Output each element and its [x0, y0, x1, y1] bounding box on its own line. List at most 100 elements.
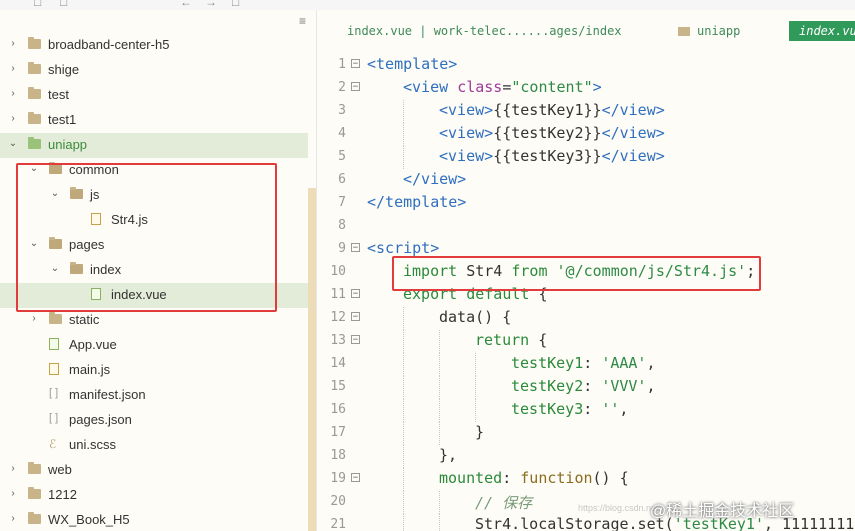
code-line[interactable]: 6 </view>	[317, 169, 855, 192]
code-token: {	[538, 331, 548, 349]
indent-guide	[475, 399, 476, 422]
chevron-right-icon[interactable]: ›	[8, 113, 18, 124]
code-text: <view class="content">	[403, 78, 602, 96]
indent-guide	[403, 123, 404, 146]
code-line[interactable]: 15 testKey2: 'VVV',	[317, 376, 855, 399]
fold-toggle-icon[interactable]: −	[351, 82, 360, 92]
tab-active-file[interactable]: index.vue	[789, 21, 855, 41]
code-token: },	[439, 446, 458, 464]
fold-toggle-icon[interactable]: −	[351, 312, 360, 322]
tree-item[interactable]: › WX_Book_H5	[0, 508, 308, 531]
chevron-right-icon[interactable]: ›	[8, 488, 18, 499]
tree-item[interactable]: › test	[0, 83, 308, 108]
code-token: // 保存	[475, 494, 533, 512]
chevron-right-icon[interactable]: ›	[8, 38, 18, 49]
code-line[interactable]: 17}	[317, 422, 855, 445]
code-line[interactable]: 19− mounted: function() {	[317, 468, 855, 491]
fold-toggle-icon[interactable]: −	[351, 473, 360, 483]
indent-guide	[475, 353, 476, 376]
code-line[interactable]: 5 <view>{{testKey3}}</view>	[317, 146, 855, 169]
line-number: 16	[330, 402, 346, 417]
code-line[interactable]: 3 <view>{{testKey1}}</view>	[317, 100, 855, 123]
fold-toggle-icon[interactable]: −	[351, 243, 360, 253]
line-number: 3	[338, 103, 346, 118]
line-number: 6	[338, 172, 346, 187]
code-line[interactable]: 16 testKey3: '',	[317, 399, 855, 422]
indent-guide	[403, 146, 404, 169]
indent-guide	[403, 468, 404, 491]
chevron-right-icon[interactable]: ›	[29, 313, 39, 324]
indent-guide	[403, 445, 404, 468]
code-line[interactable]: 12− data() {	[317, 307, 855, 330]
code-token: :	[583, 400, 602, 418]
code-token: :	[583, 377, 602, 395]
line-number: 7	[338, 195, 346, 210]
code-text: },	[439, 446, 457, 464]
code-token: <view>	[439, 124, 494, 142]
code-token: :	[502, 469, 521, 487]
chevron-down-icon[interactable]: ⌄	[8, 138, 18, 149]
line-number: 10	[330, 264, 346, 279]
code-line[interactable]: 7 </template>	[317, 192, 855, 215]
chevron-right-icon[interactable]: ›	[8, 463, 18, 474]
tree-item[interactable]: main.js	[0, 358, 308, 383]
code-line[interactable]: 4 <view>{{testKey2}}</view>	[317, 123, 855, 146]
forward-icon[interactable]: →	[205, 0, 217, 9]
indent-guide	[403, 491, 404, 514]
window-icon[interactable]: □	[232, 0, 239, 9]
line-number: 14	[330, 356, 346, 371]
tab-folder-label[interactable]: uniapp	[697, 24, 740, 38]
back-icon[interactable]: ←	[180, 0, 192, 9]
chevron-right-icon[interactable]: ›	[8, 88, 18, 99]
code-line[interactable]: 1− <template>	[317, 54, 855, 77]
fold-toggle-icon[interactable]: −	[351, 59, 360, 69]
highlight-box-files	[16, 163, 277, 312]
indent-guide	[403, 307, 404, 330]
code-token: testKey3	[511, 400, 584, 418]
code-token: class	[457, 78, 503, 96]
tree-item[interactable]: [ ] pages.json	[0, 408, 308, 433]
window-icon[interactable]: □	[34, 0, 41, 9]
tree-item-label: WX_Book_H5	[48, 512, 130, 527]
tree-item[interactable]: [ ] manifest.json	[0, 383, 308, 408]
sidebar-scrollbar[interactable]	[308, 188, 316, 531]
code-token: </template>	[367, 193, 467, 211]
indent-guide	[403, 376, 404, 399]
tree-item[interactable]: ⌄ uniapp	[0, 133, 308, 158]
code-line[interactable]: 2− <view class="content">	[317, 77, 855, 100]
tree-item[interactable]: › 1212	[0, 483, 308, 508]
code-editor[interactable]: 1− <template> 2− <view class="content"> 3 <vi…	[317, 52, 855, 531]
code-line[interactable]: 8	[317, 215, 855, 238]
tree-item[interactable]: ℰuni.scss	[0, 433, 308, 458]
code-token: </view>	[601, 101, 665, 119]
tree-item[interactable]: › web	[0, 458, 308, 483]
indent-guide	[403, 399, 404, 422]
tab-breadcrumb[interactable]: index.vue | work-telec......ages/index	[347, 24, 622, 38]
code-line[interactable]: 14 testKey1: 'AAA',	[317, 353, 855, 376]
code-text: </template>	[367, 193, 466, 211]
window-icon[interactable]: □	[60, 0, 67, 9]
tree-item[interactable]: › shige	[0, 58, 308, 83]
tree-item[interactable]: App.vue	[0, 333, 308, 358]
code-line[interactable]: 18},	[317, 445, 855, 468]
code-token: mounted	[439, 469, 503, 487]
code-token: function	[520, 469, 593, 487]
code-line[interactable]: 13− return {	[317, 330, 855, 353]
chevron-right-icon[interactable]: ›	[8, 513, 18, 524]
code-token: 'AAA'	[601, 354, 647, 372]
indent-guide	[439, 491, 440, 514]
tree-item[interactable]: › broadband-center-h5	[0, 33, 308, 58]
code-token: ''	[601, 400, 620, 418]
menu-icon[interactable]: ≡	[299, 14, 306, 28]
fold-toggle-icon[interactable]: −	[351, 335, 360, 345]
line-number: 5	[338, 149, 346, 164]
tree-item[interactable]: › test1	[0, 108, 308, 133]
line-number: 2	[338, 80, 346, 95]
fold-toggle-icon[interactable]: −	[351, 289, 360, 299]
code-text: data() {	[439, 308, 511, 326]
code-token: <script>	[367, 239, 440, 257]
code-token: () {	[592, 469, 629, 487]
chevron-right-icon[interactable]: ›	[8, 63, 18, 74]
code-text: }	[475, 423, 484, 441]
line-number: 9	[338, 241, 346, 256]
